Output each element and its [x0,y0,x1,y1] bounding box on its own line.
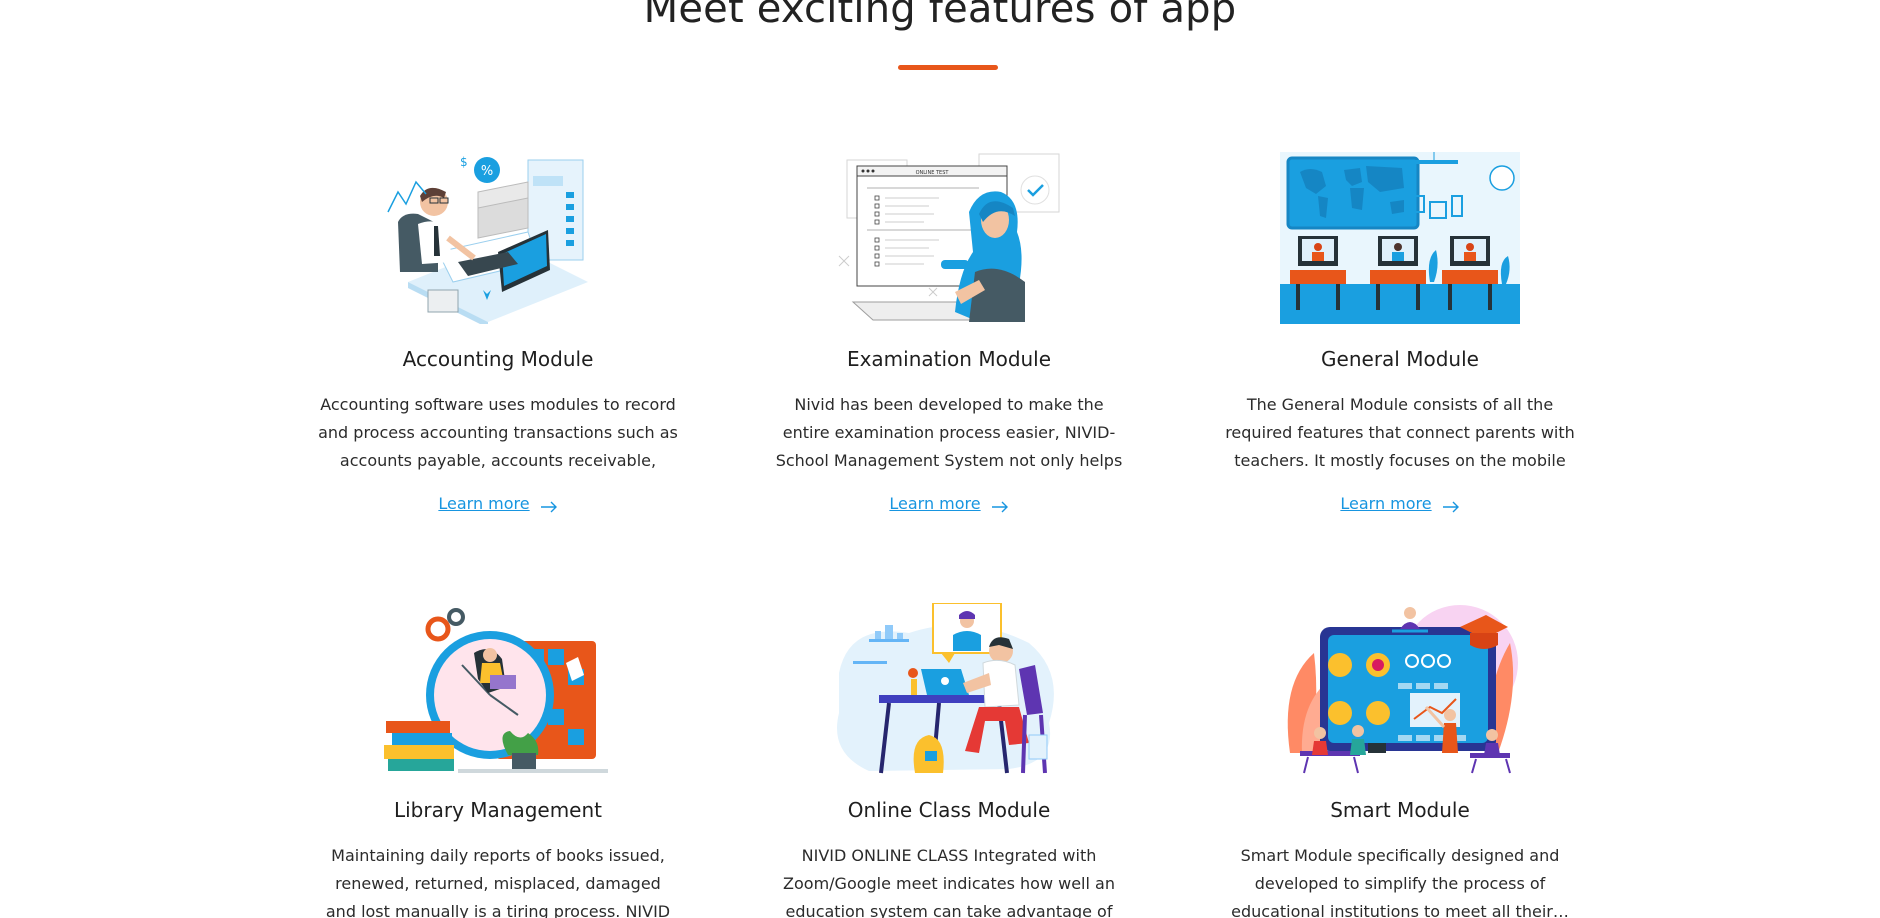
card-title: Examination Module [846,347,1052,371]
learn-more-link-examination[interactable]: Learn more [889,493,1008,513]
svg-text:%: % [481,164,493,179]
feature-card-examination: ONLINE TEST Examination Module Nivid has… [739,152,1159,513]
learn-more-link-general[interactable]: Learn more [1340,493,1459,513]
card-description: Maintaining daily reports of books issue… [325,846,671,918]
feature-card-accounting: % $ Accounting Module Accounting softwar… [288,152,708,513]
accountant-at-desk-illustration: % $ [387,155,588,324]
section-title: Meet exciting features of app [643,0,1237,32]
card-title: Smart Module [1330,798,1470,822]
card-title: Online Class Module [847,798,1051,822]
feature-card-smart: Smart Module Smart Module specifically d… [1190,603,1610,918]
student-video-call-illustration [837,603,1054,774]
learn-more-link-accounting[interactable]: Learn more [438,493,557,513]
online-test-illustration: ONLINE TEST [838,153,1060,322]
card-description: Smart Module specifically designed and d… [1231,846,1569,918]
card-title: Accounting Module [402,347,594,371]
card-description: Nivid has been developed to make the ent… [775,395,1123,470]
svg-text:ONLINE TEST: ONLINE TEST [916,170,950,176]
svg-text:$: $ [460,155,468,169]
card-description: The General Module consists of all the r… [1225,395,1575,470]
card-description: Accounting software uses modules to reco… [318,395,678,470]
learn-more-label: Learn more [438,493,530,513]
feature-card-general: General Module The General Module consis… [1190,152,1610,513]
card-title: Library Management [393,798,603,822]
learn-more-label: Learn more [889,493,981,513]
learn-more-label: Learn more [1340,493,1432,513]
arrow-right-icon [1442,501,1459,513]
clock-books-calendar-illustration [384,608,608,773]
feature-card-library: Library Management Maintaining daily rep… [288,603,708,918]
card-title: General Module [1321,347,1479,371]
card-description: NIVID ONLINE CLASS Integrated with Zoom/… [783,846,1115,918]
feature-card-online-class: Online Class Module NIVID ONLINE CLASS I… [739,603,1159,918]
classroom-world-map-illustration [1280,152,1520,324]
title-underline [898,65,998,70]
arrow-right-icon [991,501,1008,513]
smart-board-students-illustration [1287,605,1518,774]
arrow-right-icon [540,501,557,513]
